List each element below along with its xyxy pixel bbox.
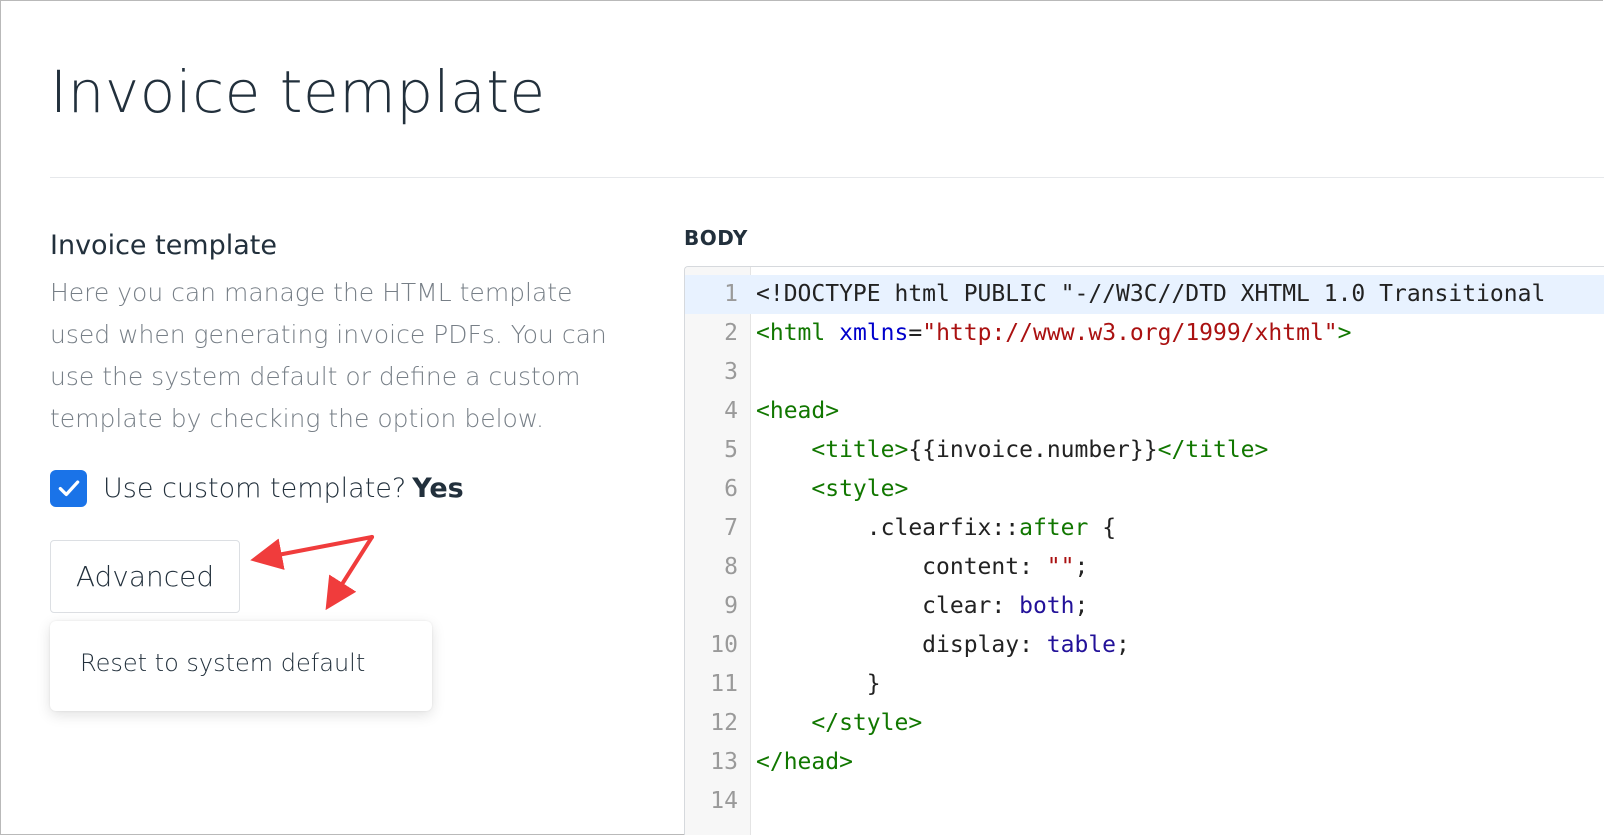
code-line[interactable]: 3 <box>685 353 1604 392</box>
custom-template-label: Use custom template? <box>103 472 407 504</box>
code-line[interactable]: 4 <head> <box>685 392 1604 431</box>
code-text: </head> <box>756 749 853 775</box>
code-line[interactable]: 13 </head> <box>685 743 1604 782</box>
line-number: 5 <box>724 437 738 463</box>
code-text: clear: both; <box>756 593 1089 619</box>
code-line[interactable]: 9 clear: both; <box>685 587 1604 626</box>
line-number: 3 <box>724 359 738 385</box>
code-text: <title>{{invoice.number}}</title> <box>811 437 1269 463</box>
custom-template-option: Use custom template? Yes <box>50 468 464 508</box>
line-number: 11 <box>710 671 738 697</box>
line-number: 12 <box>710 710 738 736</box>
code-text: <!DOCTYPE html PUBLIC "-//W3C//DTD XHTML… <box>756 281 1546 307</box>
code-text: <html xmlns="http://www.w3.org/1999/xhtm… <box>756 320 1352 346</box>
code-editor[interactable]: 1 <!DOCTYPE html PUBLIC "-//W3C//DTD XHTM… <box>684 266 1604 835</box>
code-text: <head> <box>756 398 840 424</box>
section-description: Here you can manage the HTML template us… <box>50 278 607 433</box>
page-title: Invoice template <box>50 58 546 126</box>
code-text: .clearfix::after { <box>756 515 1117 541</box>
code-line[interactable]: 8 content: ""; <box>685 548 1604 587</box>
reset-to-default-menu-item[interactable]: Reset to system default <box>80 649 365 677</box>
code-text: <style> <box>811 476 909 502</box>
checkmark-icon <box>58 480 79 497</box>
code-line[interactable]: 6 <style> <box>685 470 1604 509</box>
line-number: 7 <box>724 515 738 541</box>
code-text: display: table; <box>756 632 1130 658</box>
line-number: 1 <box>724 281 738 307</box>
code-line[interactable]: 10 display: table; <box>685 626 1604 665</box>
line-number: 8 <box>724 554 738 580</box>
code-line[interactable]: 14 <box>685 782 1604 821</box>
line-number: 14 <box>710 788 738 814</box>
code-line[interactable]: 2 <html xmlns="http://www.w3.org/1999/xht… <box>685 314 1604 353</box>
line-number: 2 <box>724 320 738 346</box>
header-divider <box>50 177 1604 178</box>
code-line[interactable]: 5 <title>{{invoice.number}}</title> <box>685 431 1604 470</box>
line-number: 6 <box>724 476 738 502</box>
custom-template-checkbox[interactable] <box>50 469 87 507</box>
custom-template-value: Yes <box>412 472 464 504</box>
code-line[interactable]: 1 <!DOCTYPE html PUBLIC "-//W3C//DTD XHTM… <box>685 275 1604 314</box>
code-line[interactable]: 7 .clearfix::after { <box>685 509 1604 548</box>
advanced-button[interactable]: Advanced <box>50 540 240 613</box>
code-text: content: ""; <box>756 554 1089 580</box>
code-text: } <box>756 671 881 697</box>
advanced-dropdown-menu: Reset to system default <box>50 621 432 711</box>
line-number: 9 <box>724 593 738 619</box>
code-line[interactable]: 11 } <box>685 665 1604 704</box>
editor-label: BODY <box>684 226 748 250</box>
code-text: </style> <box>811 710 923 736</box>
line-number: 10 <box>710 632 738 658</box>
line-number: 13 <box>710 749 738 775</box>
section-title: Invoice template <box>50 230 277 261</box>
line-number: 4 <box>724 398 738 424</box>
code-line[interactable]: 12 </style> <box>685 704 1604 743</box>
